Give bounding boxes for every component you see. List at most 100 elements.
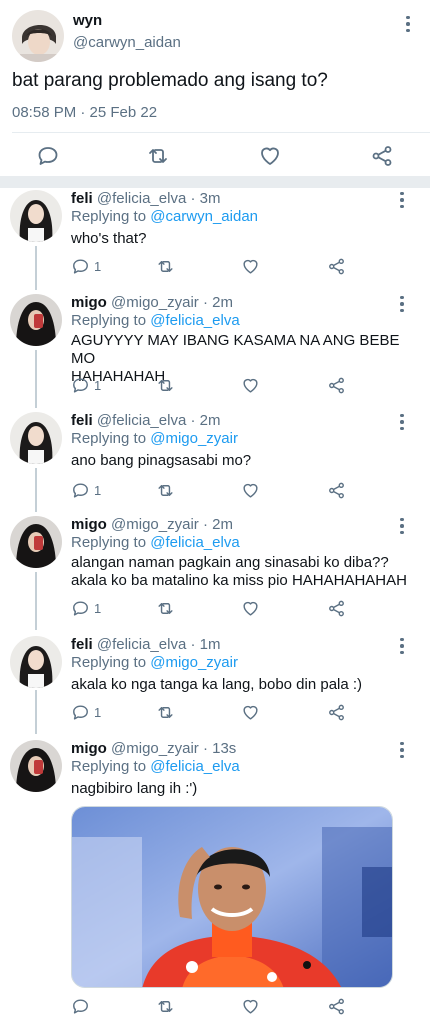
avatar[interactable] bbox=[10, 190, 62, 242]
username[interactable]: @migo_zyair bbox=[111, 294, 199, 311]
reply-button[interactable]: 1 bbox=[71, 375, 101, 395]
display-name[interactable]: migo bbox=[71, 740, 107, 757]
share-button[interactable] bbox=[327, 256, 346, 276]
reply-icon bbox=[73, 600, 88, 616]
reply-actions: 1 bbox=[71, 598, 371, 618]
like-button[interactable] bbox=[241, 480, 260, 500]
reply-icon bbox=[73, 258, 88, 274]
reply-time[interactable]: 1m bbox=[200, 636, 221, 653]
retweet-button[interactable] bbox=[156, 598, 175, 618]
username[interactable]: @felicia_elva bbox=[97, 412, 186, 429]
replying-label: Replying to bbox=[71, 758, 147, 775]
more-vertical-icon[interactable] bbox=[394, 412, 410, 432]
separator-dot: · bbox=[190, 412, 196, 429]
reply-actions: 1 bbox=[71, 480, 371, 500]
reply-time[interactable]: 2m bbox=[212, 516, 233, 533]
share-button[interactable] bbox=[327, 375, 346, 395]
reply-tweet[interactable]: feli @felicia_elva · 1m Replying to @mig… bbox=[0, 630, 430, 732]
display-name[interactable]: migo bbox=[71, 294, 107, 311]
replying-to: Replying to @carwyn_aidan bbox=[71, 208, 258, 225]
like-button[interactable] bbox=[241, 996, 260, 1016]
mention-link[interactable]: @felicia_elva bbox=[150, 312, 239, 329]
like-button[interactable] bbox=[241, 702, 260, 722]
reply-button[interactable] bbox=[71, 996, 90, 1016]
like-button[interactable] bbox=[241, 598, 260, 618]
reply-button[interactable]: 1 bbox=[71, 256, 101, 276]
reply-count: 1 bbox=[94, 600, 102, 616]
retweet-button[interactable] bbox=[156, 480, 175, 500]
username[interactable]: @felicia_elva bbox=[97, 190, 186, 207]
separator-dot: · bbox=[202, 740, 208, 757]
username[interactable]: @carwyn_aidan bbox=[73, 34, 181, 51]
avatar[interactable] bbox=[12, 10, 64, 62]
reply-button[interactable] bbox=[36, 144, 60, 168]
reply-text: who's that? bbox=[71, 230, 147, 247]
reply-count: 1 bbox=[94, 482, 102, 498]
reply-tweet[interactable]: migo @migo_zyair · 2m Replying to @felic… bbox=[0, 510, 430, 628]
share-button[interactable] bbox=[327, 996, 346, 1016]
share-button[interactable] bbox=[327, 598, 346, 618]
display-name[interactable]: migo bbox=[71, 516, 107, 533]
reply-actions bbox=[71, 996, 371, 1016]
more-vertical-icon[interactable] bbox=[394, 190, 410, 210]
heart-icon bbox=[243, 601, 258, 616]
username[interactable]: @migo_zyair bbox=[111, 740, 199, 757]
mention-link[interactable]: @migo_zyair bbox=[150, 654, 238, 671]
reply-button[interactable]: 1 bbox=[71, 598, 101, 618]
mention-link[interactable]: @migo_zyair bbox=[150, 430, 238, 447]
reply-tweet[interactable]: feli @felicia_elva · 2m Replying to @mig… bbox=[0, 406, 430, 510]
reply-time[interactable]: 2m bbox=[212, 294, 233, 311]
reply-tweet[interactable]: migo @migo_zyair · 2m Replying to @felic… bbox=[0, 288, 430, 406]
reply-count: 1 bbox=[94, 377, 102, 393]
reply-button[interactable]: 1 bbox=[71, 480, 101, 500]
username[interactable]: @migo_zyair bbox=[111, 516, 199, 533]
replying-to: Replying to @felicia_elva bbox=[71, 534, 240, 551]
more-vertical-icon[interactable] bbox=[394, 516, 410, 536]
display-name[interactable]: feli bbox=[71, 190, 93, 207]
display-name[interactable]: feli bbox=[71, 412, 93, 429]
reply-time[interactable]: 13s bbox=[212, 740, 236, 757]
display-name[interactable]: wyn bbox=[73, 12, 102, 29]
like-button[interactable] bbox=[241, 256, 260, 276]
replying-to: Replying to @felicia_elva bbox=[71, 312, 240, 329]
attached-photo[interactable] bbox=[71, 806, 393, 988]
share-button[interactable] bbox=[327, 480, 346, 500]
retweet-button[interactable] bbox=[146, 144, 170, 168]
reply-header: migo @migo_zyair · 13s bbox=[71, 740, 236, 757]
share-button[interactable] bbox=[327, 702, 346, 722]
avatar[interactable] bbox=[10, 516, 62, 568]
retweet-button[interactable] bbox=[156, 256, 175, 276]
reply-text-line: AGUYYYY MAY IBANG KASAMA NA ANG BEBE MO bbox=[71, 332, 400, 367]
mention-link[interactable]: @carwyn_aidan bbox=[150, 208, 258, 225]
display-name[interactable]: feli bbox=[71, 636, 93, 653]
retweet-button[interactable] bbox=[156, 996, 175, 1016]
share-icon bbox=[329, 377, 344, 393]
reply-actions: 1 bbox=[71, 375, 371, 395]
avatar[interactable] bbox=[10, 740, 62, 792]
avatar[interactable] bbox=[10, 412, 62, 464]
replying-to: Replying to @felicia_elva bbox=[71, 758, 240, 775]
reply-icon bbox=[38, 147, 58, 165]
mention-link[interactable]: @felicia_elva bbox=[150, 534, 239, 551]
reply-time[interactable]: 3m bbox=[200, 190, 221, 207]
heart-icon bbox=[243, 999, 258, 1014]
like-button[interactable] bbox=[241, 375, 260, 395]
mention-link[interactable]: @felicia_elva bbox=[150, 758, 239, 775]
username[interactable]: @felicia_elva bbox=[97, 636, 186, 653]
more-vertical-icon[interactable] bbox=[394, 636, 410, 656]
reply-time[interactable]: 2m bbox=[200, 412, 221, 429]
share-button[interactable] bbox=[370, 144, 394, 168]
more-vertical-icon[interactable] bbox=[394, 740, 410, 760]
reply-tweet[interactable]: feli @felicia_elva · 3m Replying to @car… bbox=[0, 184, 430, 284]
retweet-button[interactable] bbox=[156, 702, 175, 722]
retweet-icon bbox=[158, 484, 173, 496]
tweet-timestamp[interactable]: 08:58 PM · 25 Feb 22 bbox=[12, 104, 157, 121]
retweet-button[interactable] bbox=[156, 375, 175, 395]
more-vertical-icon[interactable] bbox=[394, 294, 410, 314]
reply-button[interactable]: 1 bbox=[71, 702, 101, 722]
more-vertical-icon[interactable] bbox=[400, 14, 416, 34]
avatar[interactable] bbox=[10, 636, 62, 688]
like-button[interactable] bbox=[258, 144, 282, 168]
reply-header: feli @felicia_elva · 3m bbox=[71, 190, 220, 207]
avatar[interactable] bbox=[10, 294, 62, 346]
